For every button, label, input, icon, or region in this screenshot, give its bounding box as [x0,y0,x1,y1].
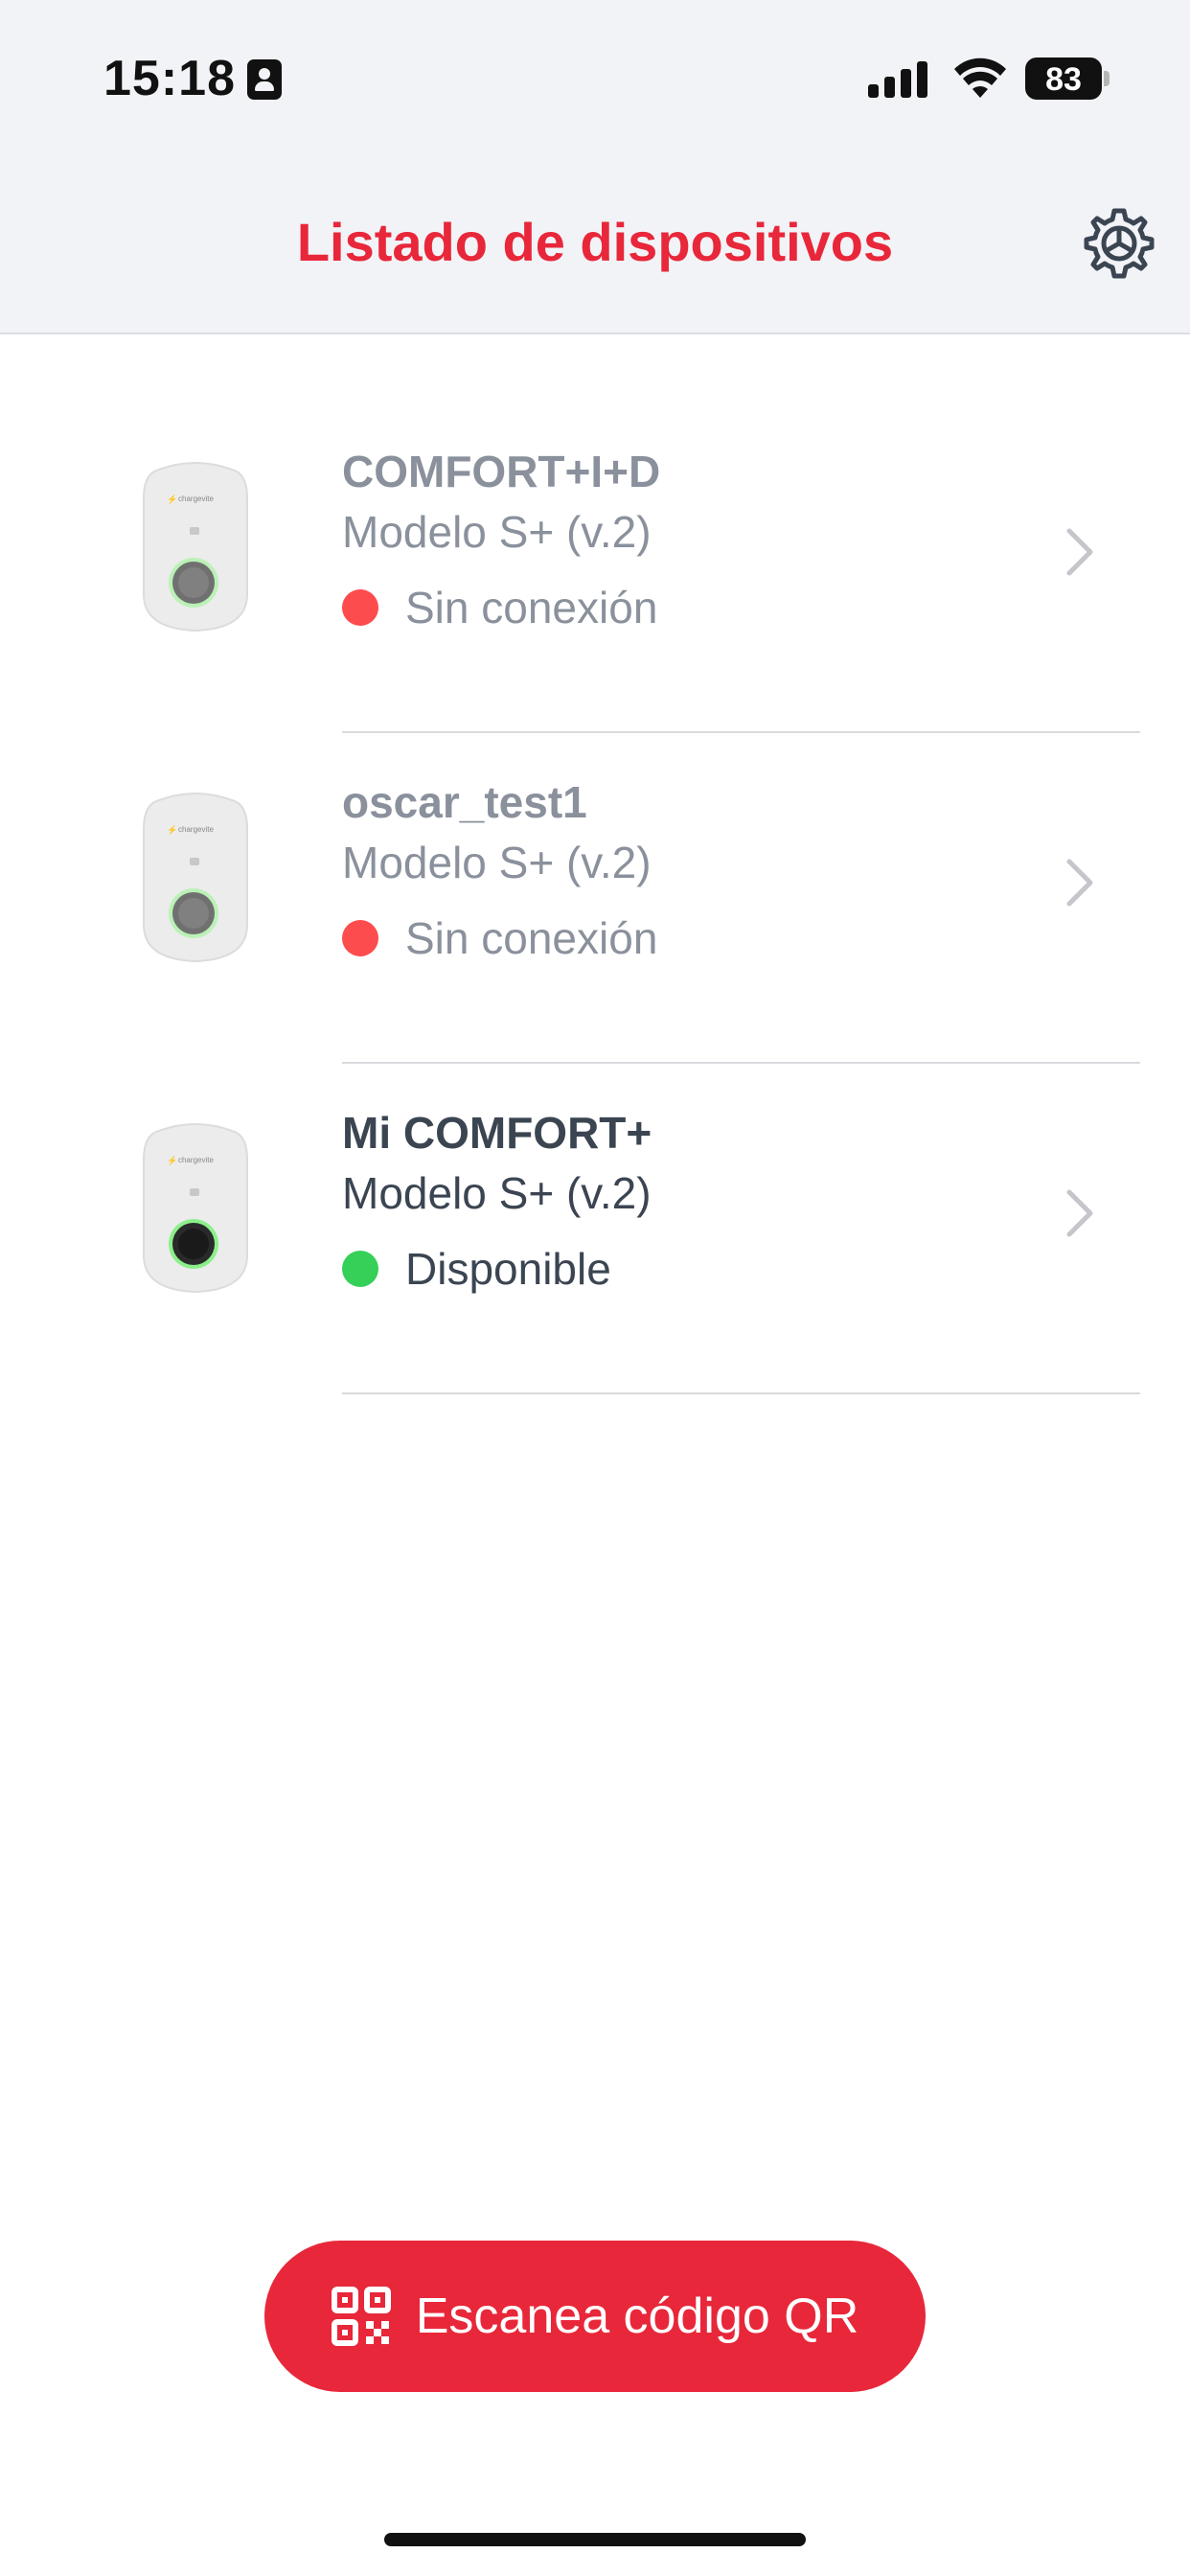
device-info: COMFORT+I+D Modelo S+ (v.2) Sin conexión [342,445,660,633]
device-status: Disponible [342,1243,652,1295]
charger-thumbnail: ⚡ chargevite [143,793,248,963]
device-info: oscar_test1 Modelo S+ (v.2) Sin conexión [342,775,657,964]
device-row[interactable]: ⚡ chargevite oscar_test1 Modelo S+ (v.2)… [0,733,1190,1064]
device-status: Sin conexión [342,582,660,633]
device-row[interactable]: ⚡ chargevite Mi COMFORT+ Modelo S+ (v.2)… [0,1064,1190,1394]
wifi-icon [954,58,1006,98]
device-row[interactable]: ⚡ chargevite COMFORT+I+D Modelo S+ (v.2)… [0,402,1190,733]
svg-text:chargevite: chargevite [178,1156,214,1164]
row-divider [342,1392,1140,1394]
charger-thumbnail: ⚡ chargevite [143,462,248,632]
svg-text:chargevite: chargevite [178,494,214,503]
status-time: 15:18 [103,51,236,106]
status-bar: 15:18 83 [0,0,1190,153]
status-dot [342,589,378,627]
qr-code-icon [331,2287,391,2346]
charger-thumbnail: ⚡ chargevite [143,1123,248,1294]
top-bar: 15:18 83 Listado de dispositivos [0,0,1190,334]
nav-bar: Listado de dispositivos [0,182,1190,297]
device-list: ⚡ chargevite COMFORT+I+D Modelo S+ (v.2)… [0,402,1190,1394]
chevron-right-icon [1066,1189,1093,1237]
gear-icon[interactable] [1081,205,1157,282]
svg-text:⚡: ⚡ [167,824,177,836]
battery-icon: 83 [1025,58,1110,100]
chevron-right-icon [1066,859,1093,907]
device-name: oscar_test1 [342,777,587,827]
device-model: Modelo S+ (v.2) [342,837,652,887]
svg-text:⚡: ⚡ [167,1155,177,1166]
device-list-screen: 15:18 83 Listado de dispositivos ⚡ charg… [0,0,1190,2576]
id-card-icon [247,59,282,100]
status-dot [342,1251,378,1288]
chevron-right-icon [1066,528,1093,576]
device-name: COMFORT+I+D [342,447,661,496]
svg-text:chargevite: chargevite [178,825,214,834]
battery-percent: 83 [1045,61,1082,98]
status-text: Sin conexión [405,583,658,633]
status-text: Sin conexión [405,913,658,964]
device-name: Mi COMFORT+ [342,1108,652,1158]
scan-qr-button[interactable]: Escanea código QR [264,2241,926,2392]
device-status: Sin conexión [342,912,657,964]
device-model: Modelo S+ (v.2) [342,1167,652,1218]
device-model: Modelo S+ (v.2) [342,506,652,557]
scan-qr-label: Escanea código QR [415,2288,859,2344]
status-text: Disponible [405,1244,611,1295]
device-info: Mi COMFORT+ Modelo S+ (v.2) Disponible [342,1106,652,1295]
cellular-signal-icon [868,59,929,98]
svg-text:⚡: ⚡ [167,494,177,505]
page-title: Listado de dispositivos [296,212,894,272]
status-dot [342,920,378,957]
home-indicator[interactable] [384,2533,806,2546]
